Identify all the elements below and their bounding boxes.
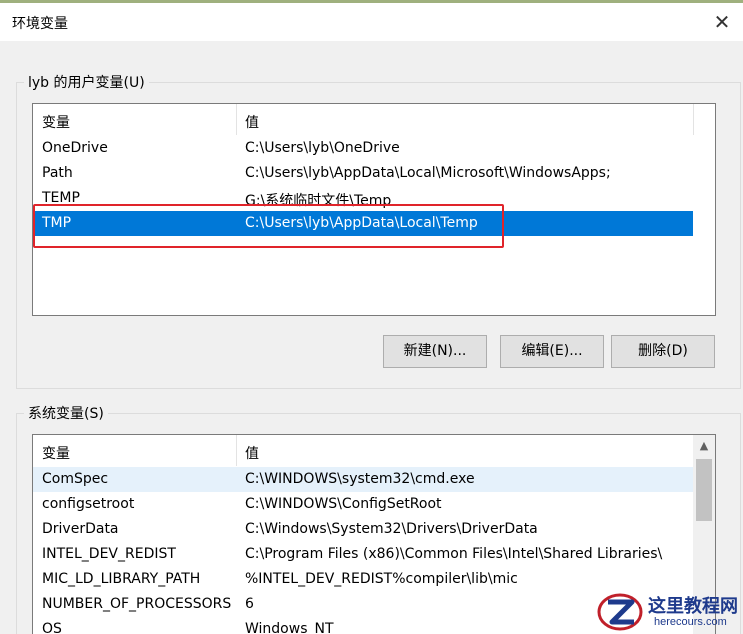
list-header: 变量 值 <box>33 435 715 466</box>
table-row-selected[interactable]: TMP C:\Users\lyb\AppData\Local\Temp <box>33 211 693 236</box>
column-separator[interactable] <box>236 435 237 466</box>
variable-value: C:\WINDOWS\ConfigSetRoot <box>245 496 442 512</box>
column-header-value[interactable]: 值 <box>245 443 259 463</box>
list-header: 变量 值 <box>33 104 715 135</box>
window-title: 环境变量 <box>12 16 68 32</box>
column-header-value[interactable]: 值 <box>245 112 259 132</box>
variable-value: 6 <box>245 596 254 612</box>
watermark-text: 这里教程网 <box>648 596 738 617</box>
edit-user-variable-button[interactable]: 编辑(E)... <box>500 335 604 368</box>
scrollbar-thumb[interactable] <box>696 459 712 521</box>
watermark-logo-icon <box>597 593 643 631</box>
variable-name: Path <box>42 165 73 181</box>
table-row[interactable]: INTEL_DEV_REDIST C:\Program Files (x86)\… <box>33 542 693 567</box>
scroll-up-arrow-icon[interactable]: ▲ <box>693 435 715 457</box>
column-header-variable[interactable]: 变量 <box>42 443 70 463</box>
variable-name: OneDrive <box>42 140 108 156</box>
close-icon[interactable]: ✕ <box>709 9 735 35</box>
table-row[interactable]: DriverData C:\Windows\System32\Drivers\D… <box>33 517 693 542</box>
table-row[interactable]: MIC_LD_LIBRARY_PATH %INTEL_DEV_REDIST%co… <box>33 567 693 592</box>
delete-user-variable-button[interactable]: 删除(D) <box>611 335 715 368</box>
table-row[interactable]: configsetroot C:\WINDOWS\ConfigSetRoot <box>33 492 693 517</box>
variable-value: C:\Windows\System32\Drivers\DriverData <box>245 521 538 537</box>
column-separator[interactable] <box>236 104 237 135</box>
variable-value: C:\WINDOWS\system32\cmd.exe <box>245 471 475 487</box>
variable-value: C:\Program Files (x86)\Common Files\Inte… <box>245 546 663 562</box>
variable-name: configsetroot <box>42 496 135 512</box>
variable-name: INTEL_DEV_REDIST <box>42 546 176 562</box>
system-variables-legend: 系统变量(S) <box>24 403 108 423</box>
variable-name: TMP <box>42 215 72 231</box>
variable-name: TEMP <box>42 190 80 206</box>
column-header-variable[interactable]: 变量 <box>42 112 70 132</box>
table-row[interactable]: ComSpec C:\WINDOWS\system32\cmd.exe <box>33 467 693 492</box>
variable-value: Windows_NT <box>245 621 334 634</box>
watermark-url: herecours.com <box>654 616 727 628</box>
variable-name: MIC_LD_LIBRARY_PATH <box>42 571 201 587</box>
variable-value: C:\Users\lyb\AppData\Local\Temp <box>245 215 478 231</box>
table-row[interactable]: Path C:\Users\lyb\AppData\Local\Microsof… <box>33 161 693 186</box>
variable-value: C:\Users\lyb\OneDrive <box>245 140 400 156</box>
table-row[interactable]: OneDrive C:\Users\lyb\OneDrive <box>33 136 693 161</box>
table-row[interactable]: OS Windows_NT <box>33 617 693 634</box>
variable-name: NUMBER_OF_PROCESSORS <box>42 596 232 612</box>
variable-name: OS <box>42 621 62 634</box>
variable-name: DriverData <box>42 521 119 537</box>
title-bar: 环境变量 ✕ <box>0 3 743 41</box>
user-variables-list[interactable]: 变量 值 OneDrive C:\Users\lyb\OneDrive Path… <box>32 103 716 316</box>
variable-value: G:\系统临时文件\Temp <box>245 193 392 209</box>
variable-value: C:\Users\lyb\AppData\Local\Microsoft\Win… <box>245 165 611 181</box>
table-row[interactable]: NUMBER_OF_PROCESSORS 6 <box>33 592 693 617</box>
user-variables-legend: lyb 的用户变量(U) <box>24 72 149 92</box>
watermark: 这里教程网 herecours.com <box>596 588 743 634</box>
variable-name: ComSpec <box>42 471 109 487</box>
variable-value: %INTEL_DEV_REDIST%compiler\lib\mic <box>245 571 518 587</box>
column-separator[interactable] <box>693 104 694 135</box>
table-row[interactable]: TEMP G:\系统临时文件\Temp <box>33 186 693 211</box>
new-user-variable-button[interactable]: 新建(N)... <box>383 335 487 368</box>
